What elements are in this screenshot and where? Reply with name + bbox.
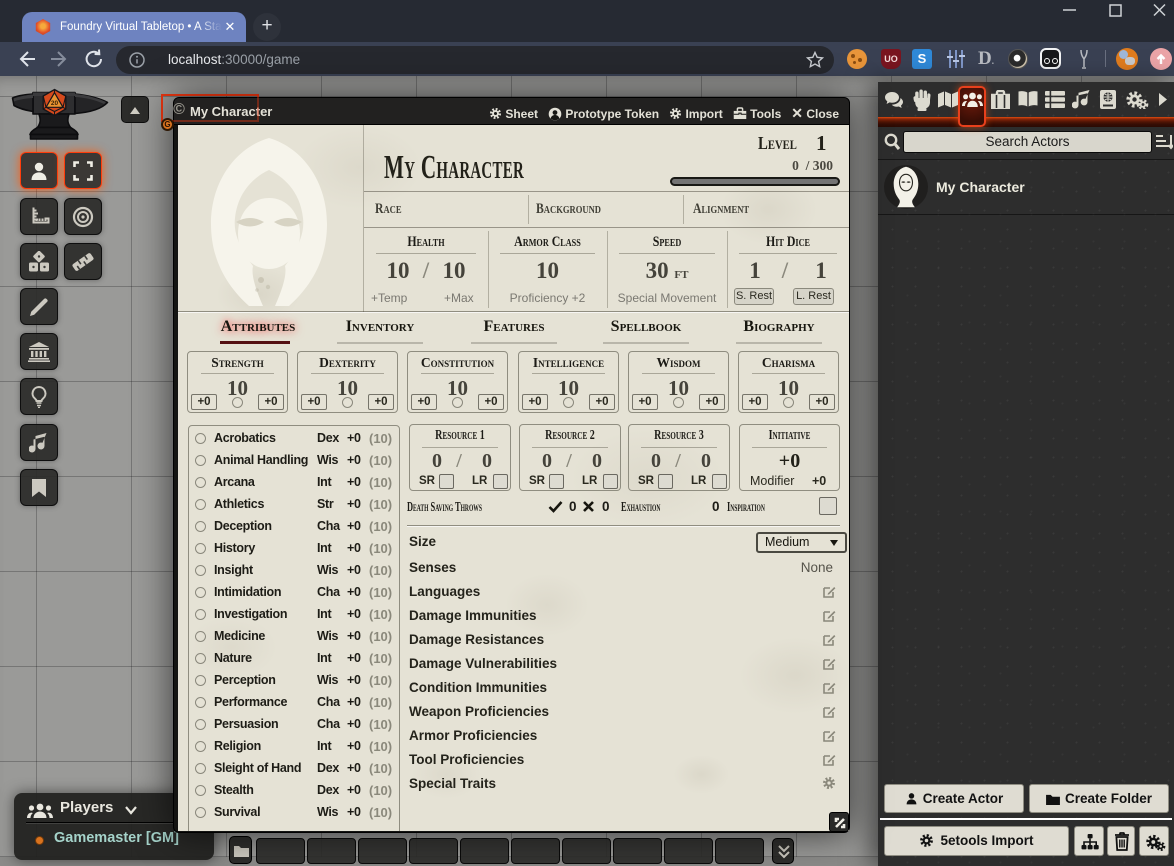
svg-text:20: 20 [51,100,59,107]
